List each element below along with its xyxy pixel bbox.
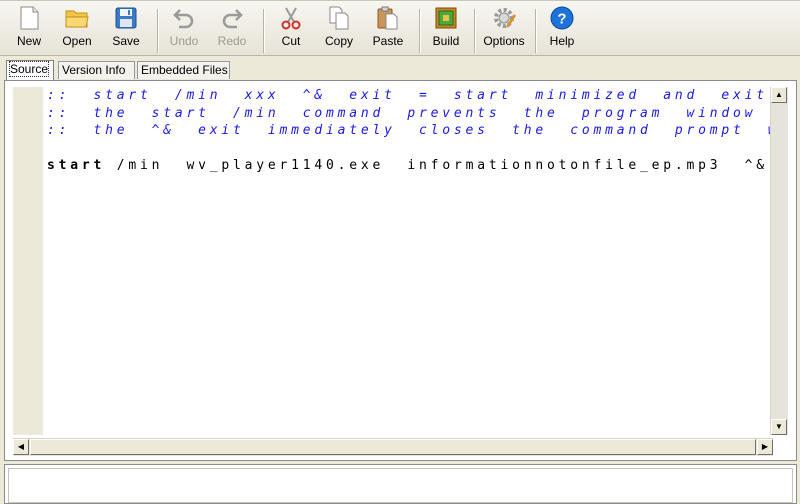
- help-button[interactable]: ? Help: [546, 5, 578, 55]
- code-line: :: start /min xxx ^& exit = start minimi…: [47, 88, 768, 103]
- redo-button[interactable]: Redo: [214, 5, 250, 55]
- cut-button[interactable]: Cut: [274, 5, 308, 55]
- toolbar-separator: [263, 9, 265, 53]
- output-text-area[interactable]: [8, 468, 793, 503]
- new-label: New: [16, 34, 41, 48]
- new-file-icon: [20, 6, 39, 30]
- help-label: Help: [549, 34, 575, 48]
- scroll-down-button[interactable]: ▼: [771, 419, 787, 435]
- code-line: start /min wv_player1140.exe information…: [47, 157, 772, 175]
- tab-source-label: Source: [8, 61, 50, 77]
- help-icon: ?: [550, 6, 574, 30]
- scroll-left-button[interactable]: ◀: [13, 439, 29, 455]
- save-button[interactable]: Save: [108, 5, 144, 55]
- tab-embedded-files-label: Embedded Files: [141, 63, 228, 77]
- save-disk-icon: [115, 7, 137, 29]
- tab-source[interactable]: Source: [6, 60, 54, 80]
- svg-text:?: ?: [557, 11, 566, 28]
- undo-icon: [173, 9, 194, 29]
- scroll-right-button[interactable]: ▶: [757, 439, 773, 455]
- tab-version-info-label: Version Info: [62, 63, 126, 77]
- scroll-up-button[interactable]: ▲: [771, 87, 787, 103]
- code-text: /min wv_player1140.exe informationnotonf…: [105, 158, 772, 173]
- options-label: Options: [483, 34, 525, 48]
- cut-label: Cut: [281, 34, 301, 48]
- toolbar-separator: [157, 9, 159, 53]
- code-line: :: the start /min command prevents the p…: [47, 105, 757, 121]
- build-icon: [435, 7, 457, 29]
- undo-label: Undo: [169, 34, 199, 48]
- tab-embedded-files[interactable]: Embedded Files: [137, 61, 230, 79]
- paste-button[interactable]: Paste: [368, 5, 408, 55]
- options-gear-icon: [494, 8, 517, 28]
- open-label: Open: [62, 34, 92, 48]
- copy-button[interactable]: Copy: [320, 5, 358, 55]
- tab-version-info[interactable]: Version Info: [58, 61, 135, 79]
- undo-button[interactable]: Undo: [166, 5, 202, 55]
- toolbar-separator: [474, 9, 476, 53]
- copy-label: Copy: [324, 34, 353, 48]
- save-label: Save: [112, 34, 140, 48]
- copy-icon: [329, 6, 349, 30]
- output-panel[interactable]: [4, 464, 797, 504]
- open-button[interactable]: Open: [58, 5, 96, 55]
- paste-icon: [377, 6, 398, 30]
- toolbar: New Open Save Undo Redo Cut Copy Paste B…: [0, 0, 800, 56]
- options-button[interactable]: Options: [480, 5, 528, 55]
- code-area[interactable]: :: start /min xxx ^& exit = start minimi…: [47, 87, 772, 437]
- paste-label: Paste: [372, 34, 404, 48]
- source-editor[interactable]: :: start /min xxx ^& exit = start minimi…: [4, 80, 797, 461]
- redo-icon: [222, 9, 243, 29]
- cut-scissors-icon: [281, 7, 301, 30]
- code-line: :: the ^& exit immediately closes the co…: [47, 123, 772, 138]
- toolbar-separator: [419, 9, 421, 53]
- open-folder-icon: [65, 10, 89, 28]
- build-button[interactable]: Build: [428, 5, 464, 55]
- build-label: Build: [432, 34, 460, 48]
- horizontal-scrollbar[interactable]: ◀ ▶: [13, 438, 773, 456]
- toolbar-separator: [535, 9, 537, 53]
- vertical-scrollbar[interactable]: ▲ ▼: [770, 87, 788, 435]
- new-button[interactable]: New: [12, 5, 46, 55]
- redo-label: Redo: [217, 34, 247, 48]
- code-keyword: start: [47, 158, 106, 173]
- editor-gutter: [13, 87, 43, 435]
- horizontal-scroll-thumb[interactable]: [30, 439, 756, 455]
